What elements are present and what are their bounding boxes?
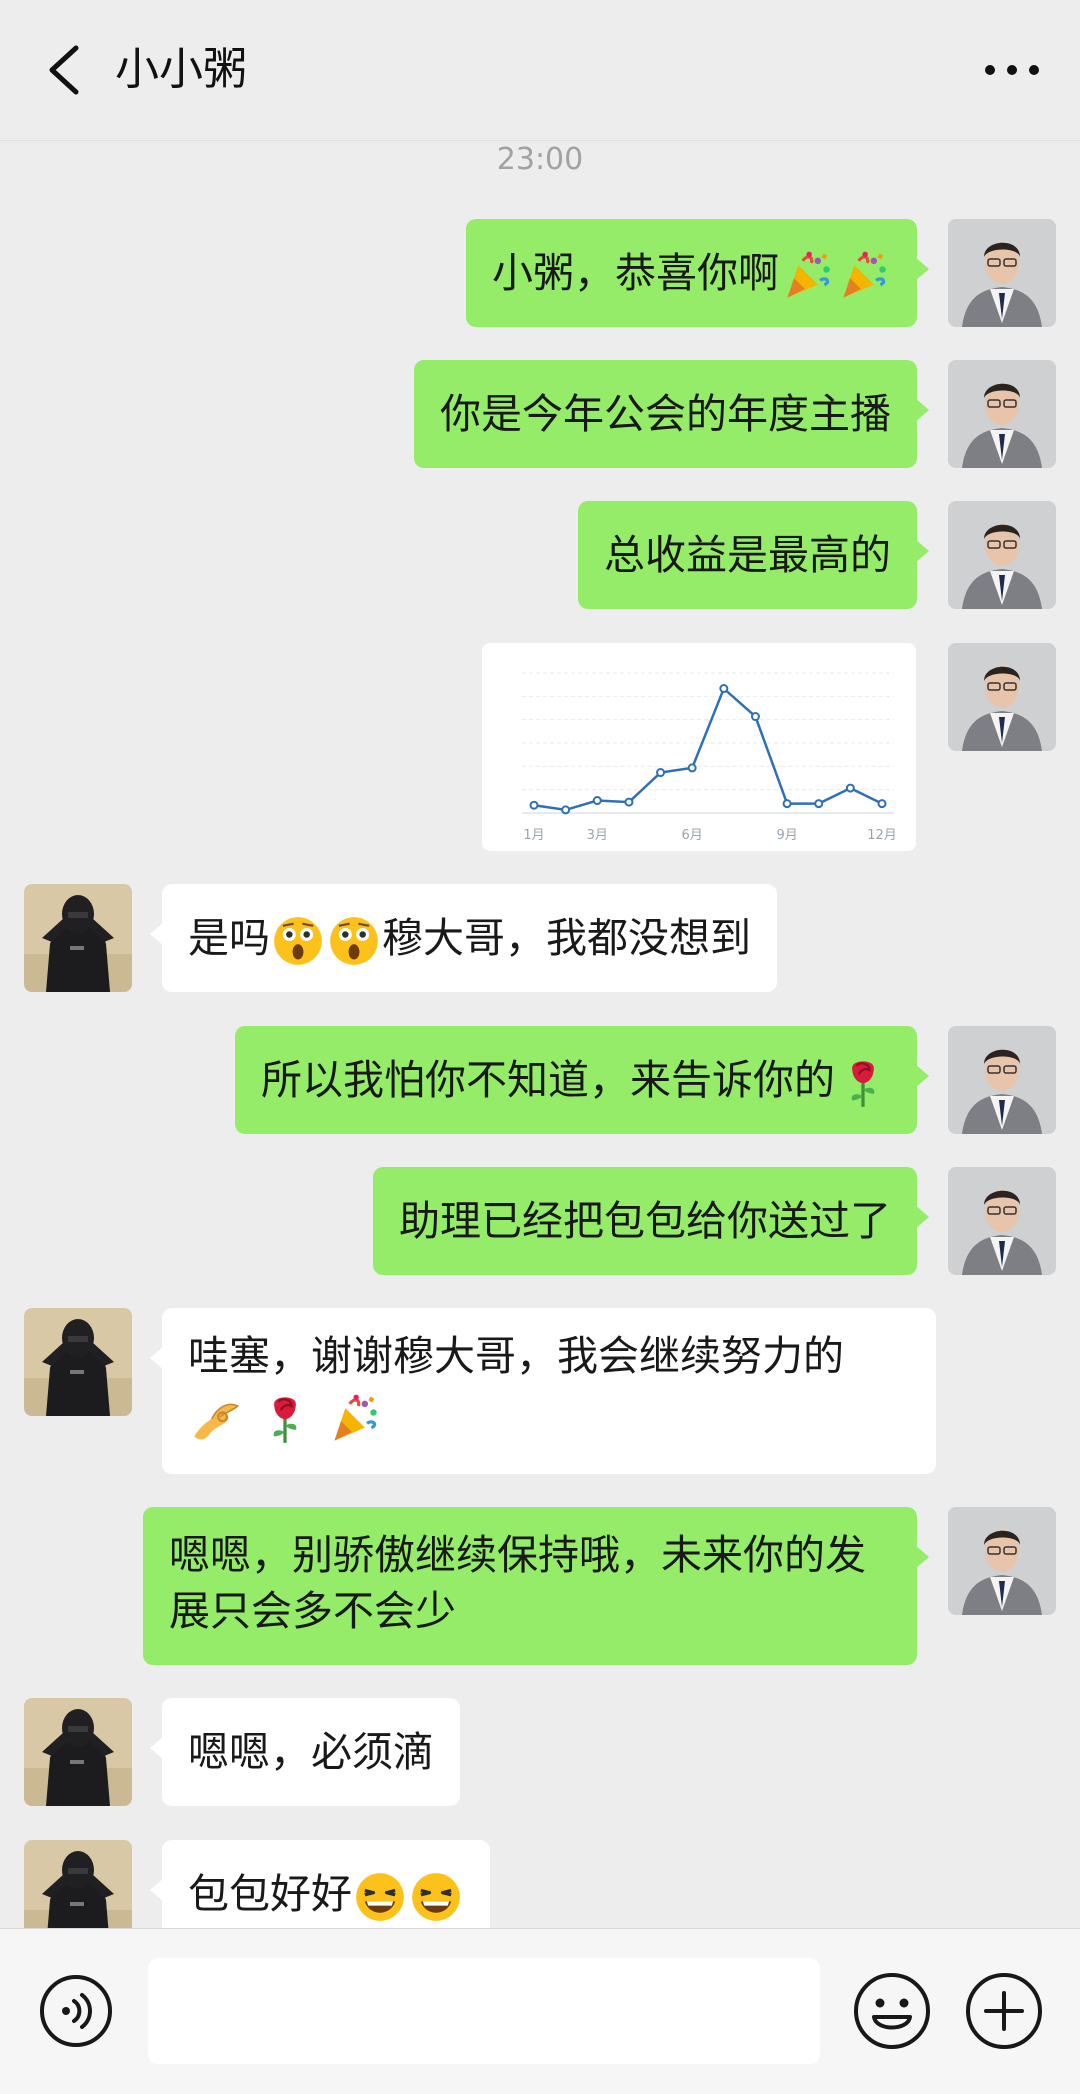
message-text: 包包好好	[188, 1870, 352, 1918]
avatar-contact[interactable]	[24, 884, 132, 992]
emoji-face-icon[interactable]	[852, 1971, 932, 2051]
avatar-me[interactable]	[948, 360, 1056, 468]
avatar-me[interactable]	[948, 1507, 1056, 1615]
message-bubble-sent[interactable]: 你是今年公会的年度主播	[414, 360, 929, 468]
chart-x-tick-label: 6月	[682, 828, 703, 843]
avatar-contact[interactable]	[24, 1698, 132, 1806]
party-popper-icon	[781, 250, 833, 302]
message-text: 助理已经把包包给你送过了	[399, 1197, 891, 1245]
chart-x-tick-label: 3月	[587, 828, 608, 843]
message-input[interactable]	[148, 1958, 820, 2064]
grinning-squinting-face-icon	[354, 1871, 406, 1923]
message-text: 总收益是最高的	[604, 531, 891, 579]
astonished-face-icon	[272, 915, 324, 967]
plus-circle-icon[interactable]	[964, 1971, 1044, 2051]
chart-data-point	[750, 712, 760, 722]
earnings-line-chart: 1月 3月 6月 9月 12月	[522, 672, 897, 843]
chart-data-point	[782, 799, 792, 809]
grinning-squinting-face-icon	[410, 1871, 462, 1923]
message-bubble-sent[interactable]: 总收益是最高的	[578, 501, 929, 609]
chart-data-point	[814, 799, 824, 809]
message-text: 你是今年公会的年度主播	[440, 390, 891, 438]
chart-data-point	[687, 763, 697, 773]
avatar-contact[interactable]	[24, 1308, 132, 1416]
chart-x-tick-label: 12月	[867, 828, 897, 843]
more-dots-icon[interactable]	[982, 55, 1042, 85]
voice-icon[interactable]	[38, 1973, 114, 2049]
avatar-me[interactable]	[948, 219, 1056, 327]
chart-image-message[interactable]: 1月 3月 6月 9月 12月	[482, 643, 916, 851]
chart-data-point	[529, 800, 539, 810]
chart-data-point	[845, 783, 855, 793]
chevron-left-icon[interactable]	[40, 42, 90, 98]
message-bubble-sent[interactable]: 嗯嗯，别骄傲继续保持哦，未来你的发展只会多不会少	[143, 1507, 929, 1665]
message-text: 嗯嗯，别骄傲继续保持哦，未来你的发展只会多不会少	[169, 1531, 866, 1635]
chart-data-point	[592, 796, 602, 806]
message-text: 穆大哥，我都没想到	[382, 914, 751, 962]
ok-hand-icon	[190, 1393, 242, 1445]
message-bubble-received[interactable]: 是吗 穆大哥，我都没想到	[150, 884, 777, 992]
chat-title: 小小粥	[115, 44, 247, 95]
chart-x-tick-label: 1月	[523, 828, 544, 843]
message-text: 是吗	[188, 914, 270, 962]
message-bubble-sent[interactable]: 助理已经把包包给你送过了	[373, 1167, 929, 1275]
chart-data-point	[656, 768, 666, 778]
avatar-me[interactable]	[948, 1167, 1056, 1275]
message-text: 哇塞，谢谢穆大哥，我会继续努力的	[188, 1332, 844, 1380]
message-text: 小粥，恭喜你啊	[492, 249, 779, 297]
chart-series-line	[533, 686, 883, 812]
message-bubble-received[interactable]: 哇塞，谢谢穆大哥，我会继续努力的	[150, 1308, 936, 1474]
astonished-face-icon	[328, 915, 380, 967]
message-input-bar	[0, 1928, 1080, 2094]
rose-icon	[259, 1393, 311, 1445]
chat-header: 小小粥	[0, 0, 1080, 141]
avatar-me[interactable]	[948, 643, 1056, 751]
chart-x-tick-label: 9月	[776, 828, 797, 843]
message-text: 嗯嗯，必须滴	[188, 1728, 434, 1776]
rose-icon	[837, 1057, 889, 1109]
chart-data-point	[624, 797, 634, 807]
chart-data-point	[877, 799, 887, 809]
avatar-me[interactable]	[948, 501, 1056, 609]
message-timestamp: 23:00	[496, 142, 584, 177]
message-bubble-sent[interactable]: 所以我怕你不知道，来告诉你的	[235, 1026, 929, 1134]
party-popper-icon	[837, 250, 889, 302]
party-popper-icon	[328, 1393, 380, 1445]
message-bubble-sent[interactable]: 小粥，恭喜你啊	[466, 219, 929, 327]
chart-data-point	[561, 805, 571, 815]
message-bubble-received[interactable]: 嗯嗯，必须滴	[150, 1698, 460, 1806]
chart-data-point	[719, 684, 729, 694]
message-text: 所以我怕你不知道，来告诉你的	[261, 1056, 835, 1104]
avatar-me[interactable]	[948, 1026, 1056, 1134]
